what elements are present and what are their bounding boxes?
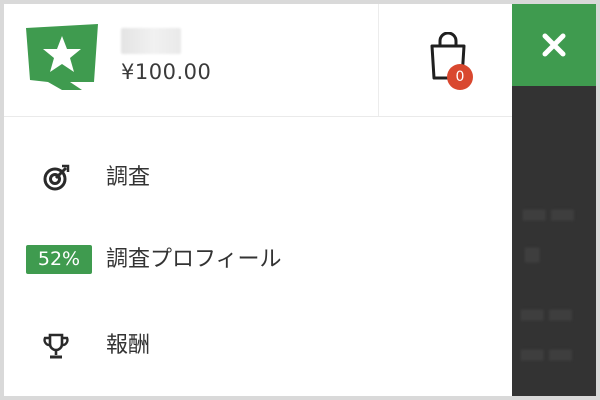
menu-item-rewards[interactable]: 報酬 bbox=[4, 316, 512, 376]
profile-progress-badge: 52% bbox=[26, 245, 92, 274]
cart-button[interactable]: 0 bbox=[422, 32, 476, 92]
menu-item-label: 調査プロフィール bbox=[106, 247, 282, 272]
drawer-header: ¥100.00 0 bbox=[4, 4, 512, 117]
obscured-content: ▪ bbox=[522, 236, 543, 271]
logo-icon bbox=[26, 24, 98, 90]
menu-item-survey[interactable]: 調査 bbox=[4, 148, 512, 208]
menu-item-survey-profile[interactable]: 52% 調査プロフィール bbox=[4, 230, 512, 290]
obscured-content: ▬▬ bbox=[520, 196, 577, 231]
close-button[interactable] bbox=[512, 4, 596, 86]
close-icon bbox=[542, 33, 566, 57]
obscured-content: ▬▬ bbox=[518, 296, 575, 331]
target-icon bbox=[43, 164, 70, 191]
navigation-drawer: ¥100.00 0 調査 52% 調査プロフィール 報酬 bbox=[4, 4, 512, 396]
account-balance: ¥100.00 bbox=[121, 60, 212, 84]
page-backdrop[interactable]: ▬▬ ▪ ▬▬ ▬▬ bbox=[512, 86, 596, 396]
cart-count-badge: 0 bbox=[447, 64, 473, 90]
trophy-icon bbox=[43, 333, 69, 359]
header-divider bbox=[378, 4, 379, 116]
menu-item-label: 報酬 bbox=[106, 333, 151, 358]
menu-item-label: 調査 bbox=[106, 165, 151, 190]
app-frame: ¥100.00 0 調査 52% 調査プロフィール 報酬 ▬▬ ▪ ▬▬ ▬▬ bbox=[4, 4, 596, 396]
username-redacted bbox=[121, 28, 181, 54]
obscured-content: ▬▬ bbox=[518, 336, 575, 371]
